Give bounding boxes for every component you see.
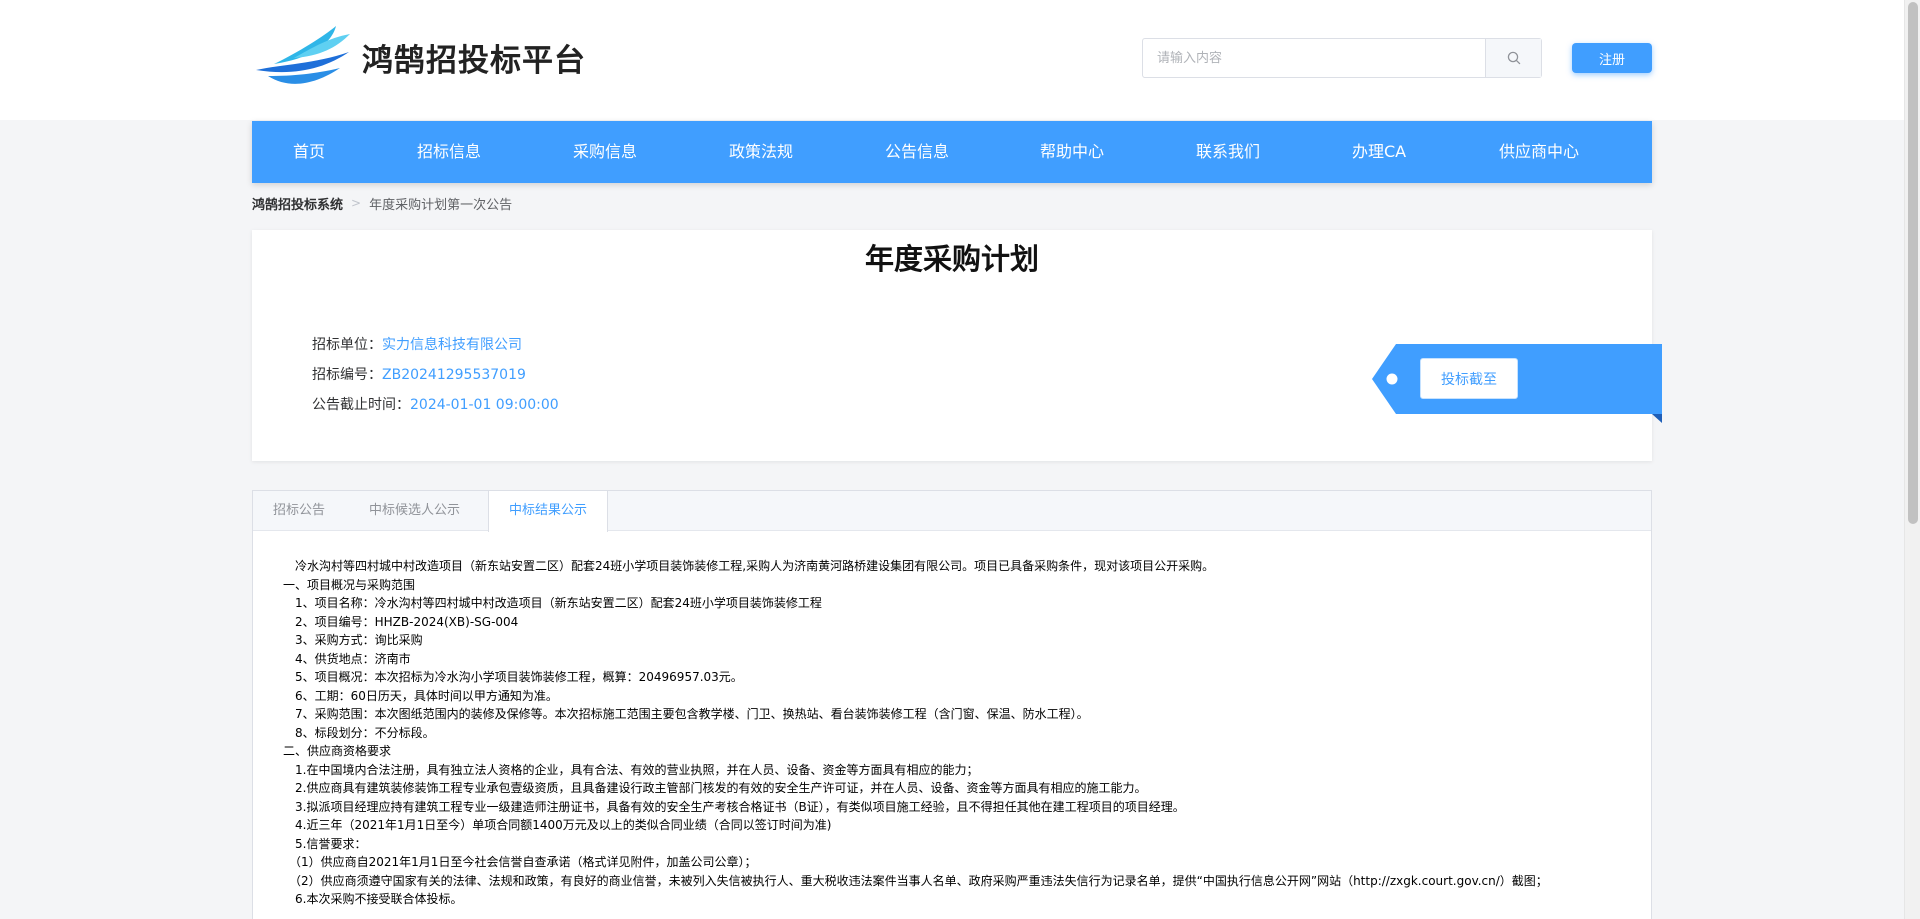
nav-item-contact[interactable]: 联系我们 [1196,121,1260,183]
tender-code-value: ZB20241295537019 [382,367,526,383]
content-line: 6.本次采购不接受联合体投标。 [283,892,463,906]
site-logo[interactable]: 鸿鹄招投标平台 [254,24,614,90]
deadline-label: 公告截止时间： [312,397,410,413]
content-line: 7、采购范围：本次图纸范围内的装修及保修等。本次招标施工范围主要包含教学楼、门卫… [283,707,1089,721]
bird-logo-icon [256,26,350,84]
content-line: 6、工期：60日历天，具体时间以甲方通知为准。 [283,688,558,703]
breadcrumb: 鸿鹄招投标系统 > 年度采购计划第一次公告 [252,193,512,213]
tender-unit-value: 实力信息科技有限公司 [382,337,522,353]
nav-item-procurement-info[interactable]: 采购信息 [573,121,637,183]
content-line: 3.拟派项目经理应持有建筑工程专业一级建造师注册证书，具备有效的安全生产考核合格… [283,799,1185,814]
nav-item-policy[interactable]: 政策法规 [729,121,793,183]
tender-code-row: 招标编号：ZB20241295537019 [312,364,526,384]
tab-bar: 招标公告 中标候选人公示 中标结果公示 [253,491,1651,532]
tab-tender-announcement[interactable]: 招标公告 [253,491,345,531]
content-line: 二、供应商资格要求 [283,744,392,758]
content-line: （2）供应商须遵守国家有关的法律、法规和政策，有良好的商业信誉，未被列入失信被执… [283,873,1548,888]
content-line: 一、项目概况与采购范围 [283,577,416,592]
page-title: 年度采购计划 [864,242,1039,276]
deadline-row: 公告截止时间：2024-01-01 09:00:00 [312,394,559,414]
notice-content: 冷水沟村等四村城中村改造项目（新东站安置二区）配套24班小学项目装饰装修工程,采… [283,557,1633,909]
tab-candidate-publicity[interactable]: 中标候选人公示 [349,491,480,531]
content-line: 冷水沟村等四村城中村改造项目（新东站安置二区）配套24班小学项目装饰装修工程,采… [283,559,1215,573]
chevron-right-icon: > [351,196,362,210]
scrollbar-thumb[interactable] [1908,2,1918,524]
search-input[interactable] [1143,39,1485,77]
search-button[interactable] [1485,39,1541,77]
content-line: 4.近三年（2021年1月1日至今）单项合同额1400万元及以上的类似合同业绩（… [283,818,832,832]
nav-item-home[interactable]: 首页 [293,121,325,183]
logo-text: 鸿鹄招投标平台 [362,42,586,79]
nav-item-supplier-center[interactable]: 供应商中心 [1499,121,1579,183]
deadline-button[interactable]: 投标截至 [1420,358,1518,399]
tender-unit-label: 招标单位： [312,337,382,353]
vertical-scrollbar[interactable] [1904,0,1920,919]
breadcrumb-current: 年度采购计划第一次公告 [369,197,513,213]
content-line: 1、项目名称：冷水沟村等四村城中村改造项目（新东站安置二区）配套24班小学项目装… [283,596,822,610]
nav-item-tender-info[interactable]: 招标信息 [417,121,481,183]
search-icon [1507,51,1520,65]
content-line: 5、项目概况：本次招标为冷水沟小学项目装饰装修工程，概算：20496957.03… [283,670,743,684]
tender-code-label: 招标编号： [312,367,382,383]
search-box [1142,38,1542,78]
content-line: 4、供货地点：济南市 [283,651,411,666]
content-line: 2.供应商具有建筑装修装饰工程专业承包壹级资质，且具备建设行政主管部门核发的有效… [283,781,1147,795]
nav-item-announcements[interactable]: 公告信息 [885,121,949,183]
notice-tabs-card: 招标公告 中标候选人公示 中标结果公示 冷水沟村等四村城中村改造项目（新东站安置… [252,490,1652,919]
tab-award-result[interactable]: 中标结果公示 [488,491,609,532]
register-button[interactable]: 注册 [1572,43,1652,73]
content-line: （1）供应商自2021年1月1日至今社会信誉自查承诺（格式详见附件，加盖公司公章… [283,855,757,869]
deadline-value: 2024-01-01 09:00:00 [410,397,559,413]
content-line: 3、采购方式：询比采购 [283,633,423,647]
content-line: 5.信誉要求： [283,836,367,851]
content-line: 1.在中国境内合法注册，具有独立法人资格的企业，具有合法、有效的营业执照，并在人… [283,762,979,777]
content-line: 8、标段划分：不分标段。 [283,725,435,740]
breadcrumb-root[interactable]: 鸿鹄招投标系统 [252,194,343,213]
content-line: 2、项目编号：HHZB-2024(XB)-SG-004 [283,614,519,629]
tender-unit-row: 招标单位：实力信息科技有限公司 [312,334,522,354]
nav-item-help-center[interactable]: 帮助中心 [1040,121,1104,183]
nav-item-ca[interactable]: 办理CA [1352,121,1406,183]
main-nav: 首页 招标信息 采购信息 政策法规 公告信息 帮助中心 联系我们 办理CA 供应… [252,121,1652,183]
